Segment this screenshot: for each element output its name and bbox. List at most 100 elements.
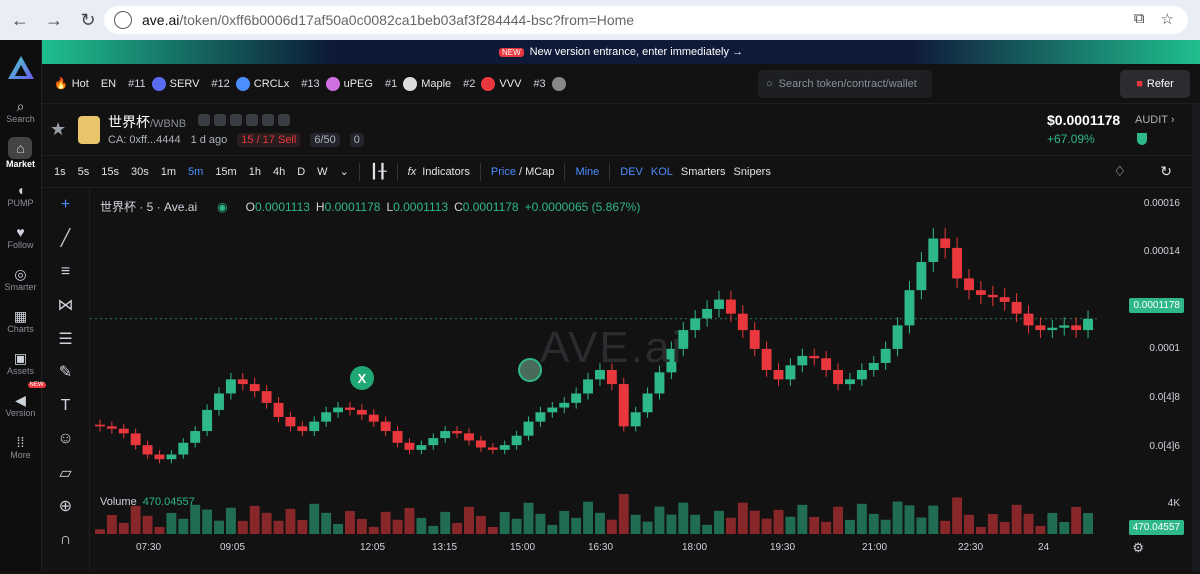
- reload-icon[interactable]: ↻: [74, 6, 102, 34]
- sidebar-item-charts[interactable]: ▦ Charts: [7, 300, 34, 342]
- smarters-toggle[interactable]: Smarters: [681, 166, 726, 178]
- volume-bar: [452, 522, 463, 534]
- x-marker-icon[interactable]: X: [350, 366, 374, 390]
- timeframe-30s[interactable]: 30s: [131, 166, 149, 178]
- bell-icon[interactable]: [214, 114, 226, 126]
- horizontal-lines-icon[interactable]: ≡: [61, 255, 70, 289]
- timeframe-5m[interactable]: 5m: [188, 166, 203, 178]
- timeframe-W[interactable]: W: [317, 166, 327, 178]
- indicators-button[interactable]: fx Indicators: [408, 166, 470, 178]
- hot-token-item[interactable]: #12 CRCLx: [211, 76, 289, 91]
- search-icon: ○: [766, 78, 773, 90]
- candle-body: [749, 330, 760, 349]
- timeframe-D[interactable]: D: [297, 166, 305, 178]
- sidebar-item-search[interactable]: ⌕ Search: [6, 90, 35, 132]
- hot-label[interactable]: 🔥 Hot: [54, 77, 89, 91]
- website-icon[interactable]: [198, 114, 210, 126]
- sidebar-item-pump[interactable]: ◖ PUMP: [7, 174, 33, 216]
- x-axis-label: 21:00: [862, 542, 888, 553]
- brush-icon[interactable]: ✎: [59, 356, 72, 390]
- favorite-star-icon[interactable]: ★: [50, 119, 66, 140]
- contract-address[interactable]: CA: 0xff...4444: [108, 134, 181, 146]
- emoji-icon[interactable]: ☺: [57, 423, 73, 457]
- candle-body: [523, 421, 534, 436]
- share-icon[interactable]: [278, 114, 290, 126]
- bookmark-star-icon[interactable]: ☆: [1161, 10, 1174, 28]
- search-input[interactable]: ○ Search token/contract/wallet: [758, 70, 932, 98]
- hot-token-item[interactable]: #3: [533, 76, 569, 91]
- volume-bar: [583, 501, 593, 534]
- x-icon[interactable]: [246, 114, 258, 126]
- candle-body: [333, 407, 343, 413]
- hot-token-item[interactable]: #1 Maple: [385, 76, 451, 91]
- chart-settings-icon[interactable]: ⚙: [1132, 540, 1144, 556]
- new-version-banner[interactable]: NEW New version entrance, enter immediat…: [42, 40, 1200, 64]
- sidebar-item-assets[interactable]: ▣ Assets: [7, 342, 34, 384]
- hot-token-rank: #3: [533, 77, 546, 90]
- back-icon[interactable]: ←: [6, 6, 34, 34]
- candle-type-icon[interactable]: ┃╂: [370, 163, 387, 180]
- holders-count: 6/50: [310, 133, 340, 147]
- volume-bar: [666, 514, 677, 534]
- candle-body: [321, 412, 332, 422]
- mine-toggle[interactable]: Mine: [575, 166, 599, 178]
- site-settings-icon[interactable]: [114, 11, 132, 29]
- magnet-icon[interactable]: ∩: [60, 523, 72, 557]
- chart-canvas[interactable]: [90, 188, 1192, 571]
- install-app-icon[interactable]: ⧉: [1134, 10, 1145, 28]
- hot-token-item[interactable]: #11 SERV: [128, 76, 199, 91]
- candle-body: [821, 358, 832, 370]
- price-chart[interactable]: AVE.ai 世界杯 · 5 · Ave.ai ◉ O 0.0001113 H 0.…: [90, 188, 1192, 571]
- hot-token-item[interactable]: #13 uPEG: [301, 76, 373, 91]
- audit-button[interactable]: AUDIT ›: [1135, 114, 1175, 126]
- snipers-toggle[interactable]: Snipers: [734, 166, 771, 178]
- candle-body: [118, 428, 129, 434]
- forward-icon[interactable]: →: [40, 6, 68, 34]
- search-token-icon[interactable]: [262, 114, 274, 126]
- kol-toggle[interactable]: KOL: [651, 166, 673, 178]
- pattern-icon[interactable]: ⋈: [58, 289, 74, 323]
- x-axis-label: 22:30: [958, 542, 984, 553]
- text-icon[interactable]: T: [61, 389, 71, 423]
- candle-body: [964, 278, 974, 291]
- trendline-icon[interactable]: ╱: [61, 222, 71, 256]
- sidebar-item-follow[interactable]: ♥ Follow: [7, 216, 33, 258]
- candle-body: [214, 393, 224, 410]
- hot-token-item[interactable]: #2 VVV: [463, 76, 521, 91]
- dev-toggle[interactable]: DEV: [620, 166, 643, 178]
- candle-body: [345, 407, 355, 410]
- divider: [609, 162, 611, 181]
- sidebar-item-version[interactable]: ◀ Version NEW: [5, 382, 46, 426]
- refer-button[interactable]: ■ Refer: [1120, 70, 1190, 98]
- mcap-toggle[interactable]: / MCap: [519, 166, 554, 178]
- x-axis-label: 13:15: [432, 542, 458, 553]
- timeframe-5s[interactable]: 5s: [78, 166, 90, 178]
- timeframe-15m[interactable]: 15m: [215, 166, 236, 178]
- crosshair-icon[interactable]: +: [61, 188, 70, 222]
- price-toggle[interactable]: Price: [491, 166, 516, 178]
- volume-bar: [404, 507, 415, 534]
- timeframe-1s[interactable]: 1s: [54, 166, 66, 178]
- timeframe-1m[interactable]: 1m: [161, 166, 176, 178]
- language-selector[interactable]: EN: [101, 78, 116, 90]
- timeframe-4h[interactable]: 4h: [273, 166, 285, 178]
- zoom-in-icon[interactable]: ⊕: [59, 490, 72, 524]
- ruler-icon[interactable]: ▱: [59, 456, 71, 490]
- telegram-icon[interactable]: [230, 114, 242, 126]
- avatar-marker-icon[interactable]: [518, 358, 542, 382]
- timeframe-1h[interactable]: 1h: [249, 166, 261, 178]
- fib-icon[interactable]: ☰: [58, 322, 72, 356]
- sidebar-item-more[interactable]: ⁞⁞ More: [10, 426, 31, 468]
- shield-icon: [1137, 133, 1147, 145]
- volume-bar: [237, 520, 248, 534]
- alert-bell-icon[interactable]: ♢: [1113, 163, 1126, 180]
- timeframe-15s[interactable]: 15s: [101, 166, 119, 178]
- timeframe-dropdown-icon[interactable]: ⌄: [340, 165, 349, 178]
- visibility-dot-icon[interactable]: ◉: [217, 200, 227, 214]
- refresh-icon[interactable]: ↻: [1160, 163, 1172, 180]
- sidebar-item-market[interactable]: ⌂ Market: [6, 132, 35, 174]
- url-bar[interactable]: ave.ai/token/0xff6b0006d17af50a0c0082ca1…: [104, 6, 1188, 34]
- ave-logo-icon[interactable]: [7, 54, 35, 82]
- volume-bar: [559, 510, 570, 534]
- sidebar-item-smarter[interactable]: ◎ Smarter: [4, 258, 36, 300]
